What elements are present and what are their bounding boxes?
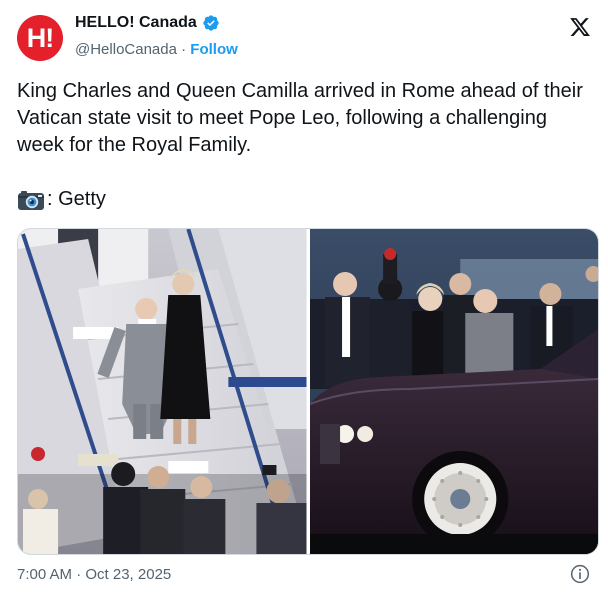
verified-badge-icon <box>203 15 219 31</box>
separator: · <box>176 41 191 58</box>
tweet-text: King Charles and Queen Camilla arrived i… <box>17 80 583 156</box>
avatar[interactable]: H! <box>17 15 63 61</box>
avatar-logo-text: H! <box>26 22 54 53</box>
display-name[interactable]: HELLO! Canada <box>75 14 197 32</box>
name-row: HELLO! Canada <box>75 14 220 32</box>
photo-car-arrival[interactable] <box>309 229 598 554</box>
car-arrival-image <box>309 229 598 554</box>
timestamp[interactable]: 7:00 AM · Oct 23, 2025 <box>17 566 171 583</box>
info-icon[interactable] <box>570 564 590 584</box>
handle-row: @HelloCanada · Follow <box>75 41 238 58</box>
photo-credit: : Getty <box>17 186 106 213</box>
media-grid <box>17 228 599 555</box>
handle[interactable]: @HelloCanada <box>75 41 177 58</box>
photo-plane-stairs[interactable] <box>18 229 307 554</box>
credit-text: : Getty <box>47 188 106 210</box>
plane-stairs-image <box>18 229 307 554</box>
camera-emoji-icon <box>18 190 44 210</box>
x-logo-icon[interactable] <box>569 16 591 38</box>
follow-button[interactable]: Follow <box>190 41 238 58</box>
